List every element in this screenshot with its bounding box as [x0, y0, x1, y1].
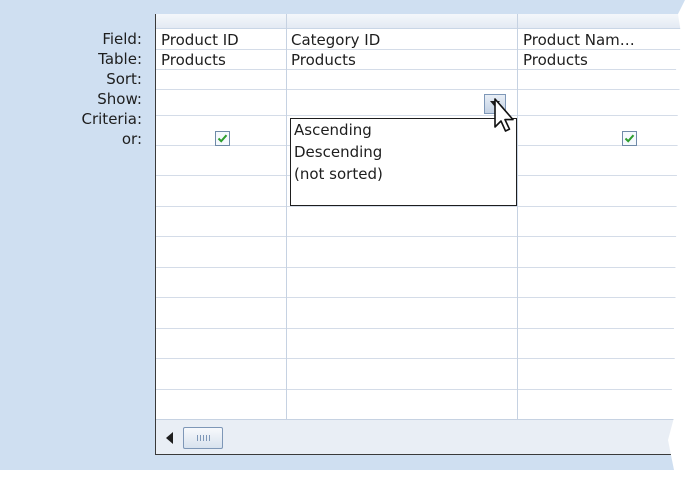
sort-option-descending[interactable]: Descending — [291, 141, 516, 163]
column-2-table[interactable]: Products — [291, 51, 513, 69]
checkmark-icon — [624, 134, 635, 143]
mouse-pointer-icon — [494, 98, 514, 132]
column-3-show-checkbox[interactable] — [622, 131, 637, 146]
column-1-show-checkbox[interactable] — [215, 131, 230, 146]
row-label-field: Field: — [102, 30, 142, 48]
grip-icon — [209, 435, 210, 441]
row-label-or: or: — [121, 130, 142, 148]
grid-line — [156, 328, 685, 329]
column-2-field[interactable]: Category ID — [291, 31, 513, 49]
row-label-sort: Sort: — [106, 70, 142, 88]
grip-icon — [206, 435, 207, 441]
column-1-table[interactable]: Products — [161, 51, 283, 69]
grid-line — [156, 297, 685, 298]
column-3-field[interactable]: Product Nam… — [523, 31, 683, 49]
arrow-left-icon[interactable] — [166, 432, 173, 444]
column-selector-2[interactable] — [287, 14, 517, 28]
row-label-table: Table: — [98, 50, 142, 68]
column-1-field[interactable]: Product ID — [161, 31, 283, 49]
horizontal-scrollbar[interactable] — [156, 419, 685, 454]
grip-icon — [197, 435, 198, 441]
grid-line — [156, 389, 685, 390]
query-design-grid: Product ID Products Category ID Products… — [155, 14, 685, 455]
grid-line — [156, 236, 685, 237]
column-selector-1[interactable] — [156, 14, 286, 28]
grid-line — [156, 358, 685, 359]
grid-line — [156, 89, 685, 90]
column-3-table[interactable]: Products — [523, 51, 683, 69]
grid-line — [156, 267, 685, 268]
checkmark-icon — [217, 134, 228, 143]
column-selector-3[interactable] — [518, 14, 685, 28]
sort-dropdown-list: Ascending Descending (not sorted) — [290, 118, 517, 206]
column-1-sort[interactable] — [156, 70, 286, 89]
column-3-sort[interactable] — [518, 70, 685, 89]
column-selector-strip — [156, 14, 685, 29]
grid-line — [156, 206, 685, 207]
scrollbar-thumb[interactable] — [183, 427, 223, 449]
sort-option-ascending[interactable]: Ascending — [291, 119, 516, 141]
grip-icon — [203, 435, 204, 441]
row-label-show: Show: — [97, 90, 142, 108]
design-grid-row-labels: Field: Table: Sort: Show: Criteria: or: — [0, 29, 143, 149]
grip-icon — [200, 435, 201, 441]
grid-line — [156, 115, 685, 116]
sort-option-not-sorted[interactable]: (not sorted) — [291, 163, 516, 185]
grid-line — [156, 49, 685, 50]
column-2-sort[interactable] — [287, 70, 517, 89]
row-label-criteria: Criteria: — [81, 110, 143, 128]
